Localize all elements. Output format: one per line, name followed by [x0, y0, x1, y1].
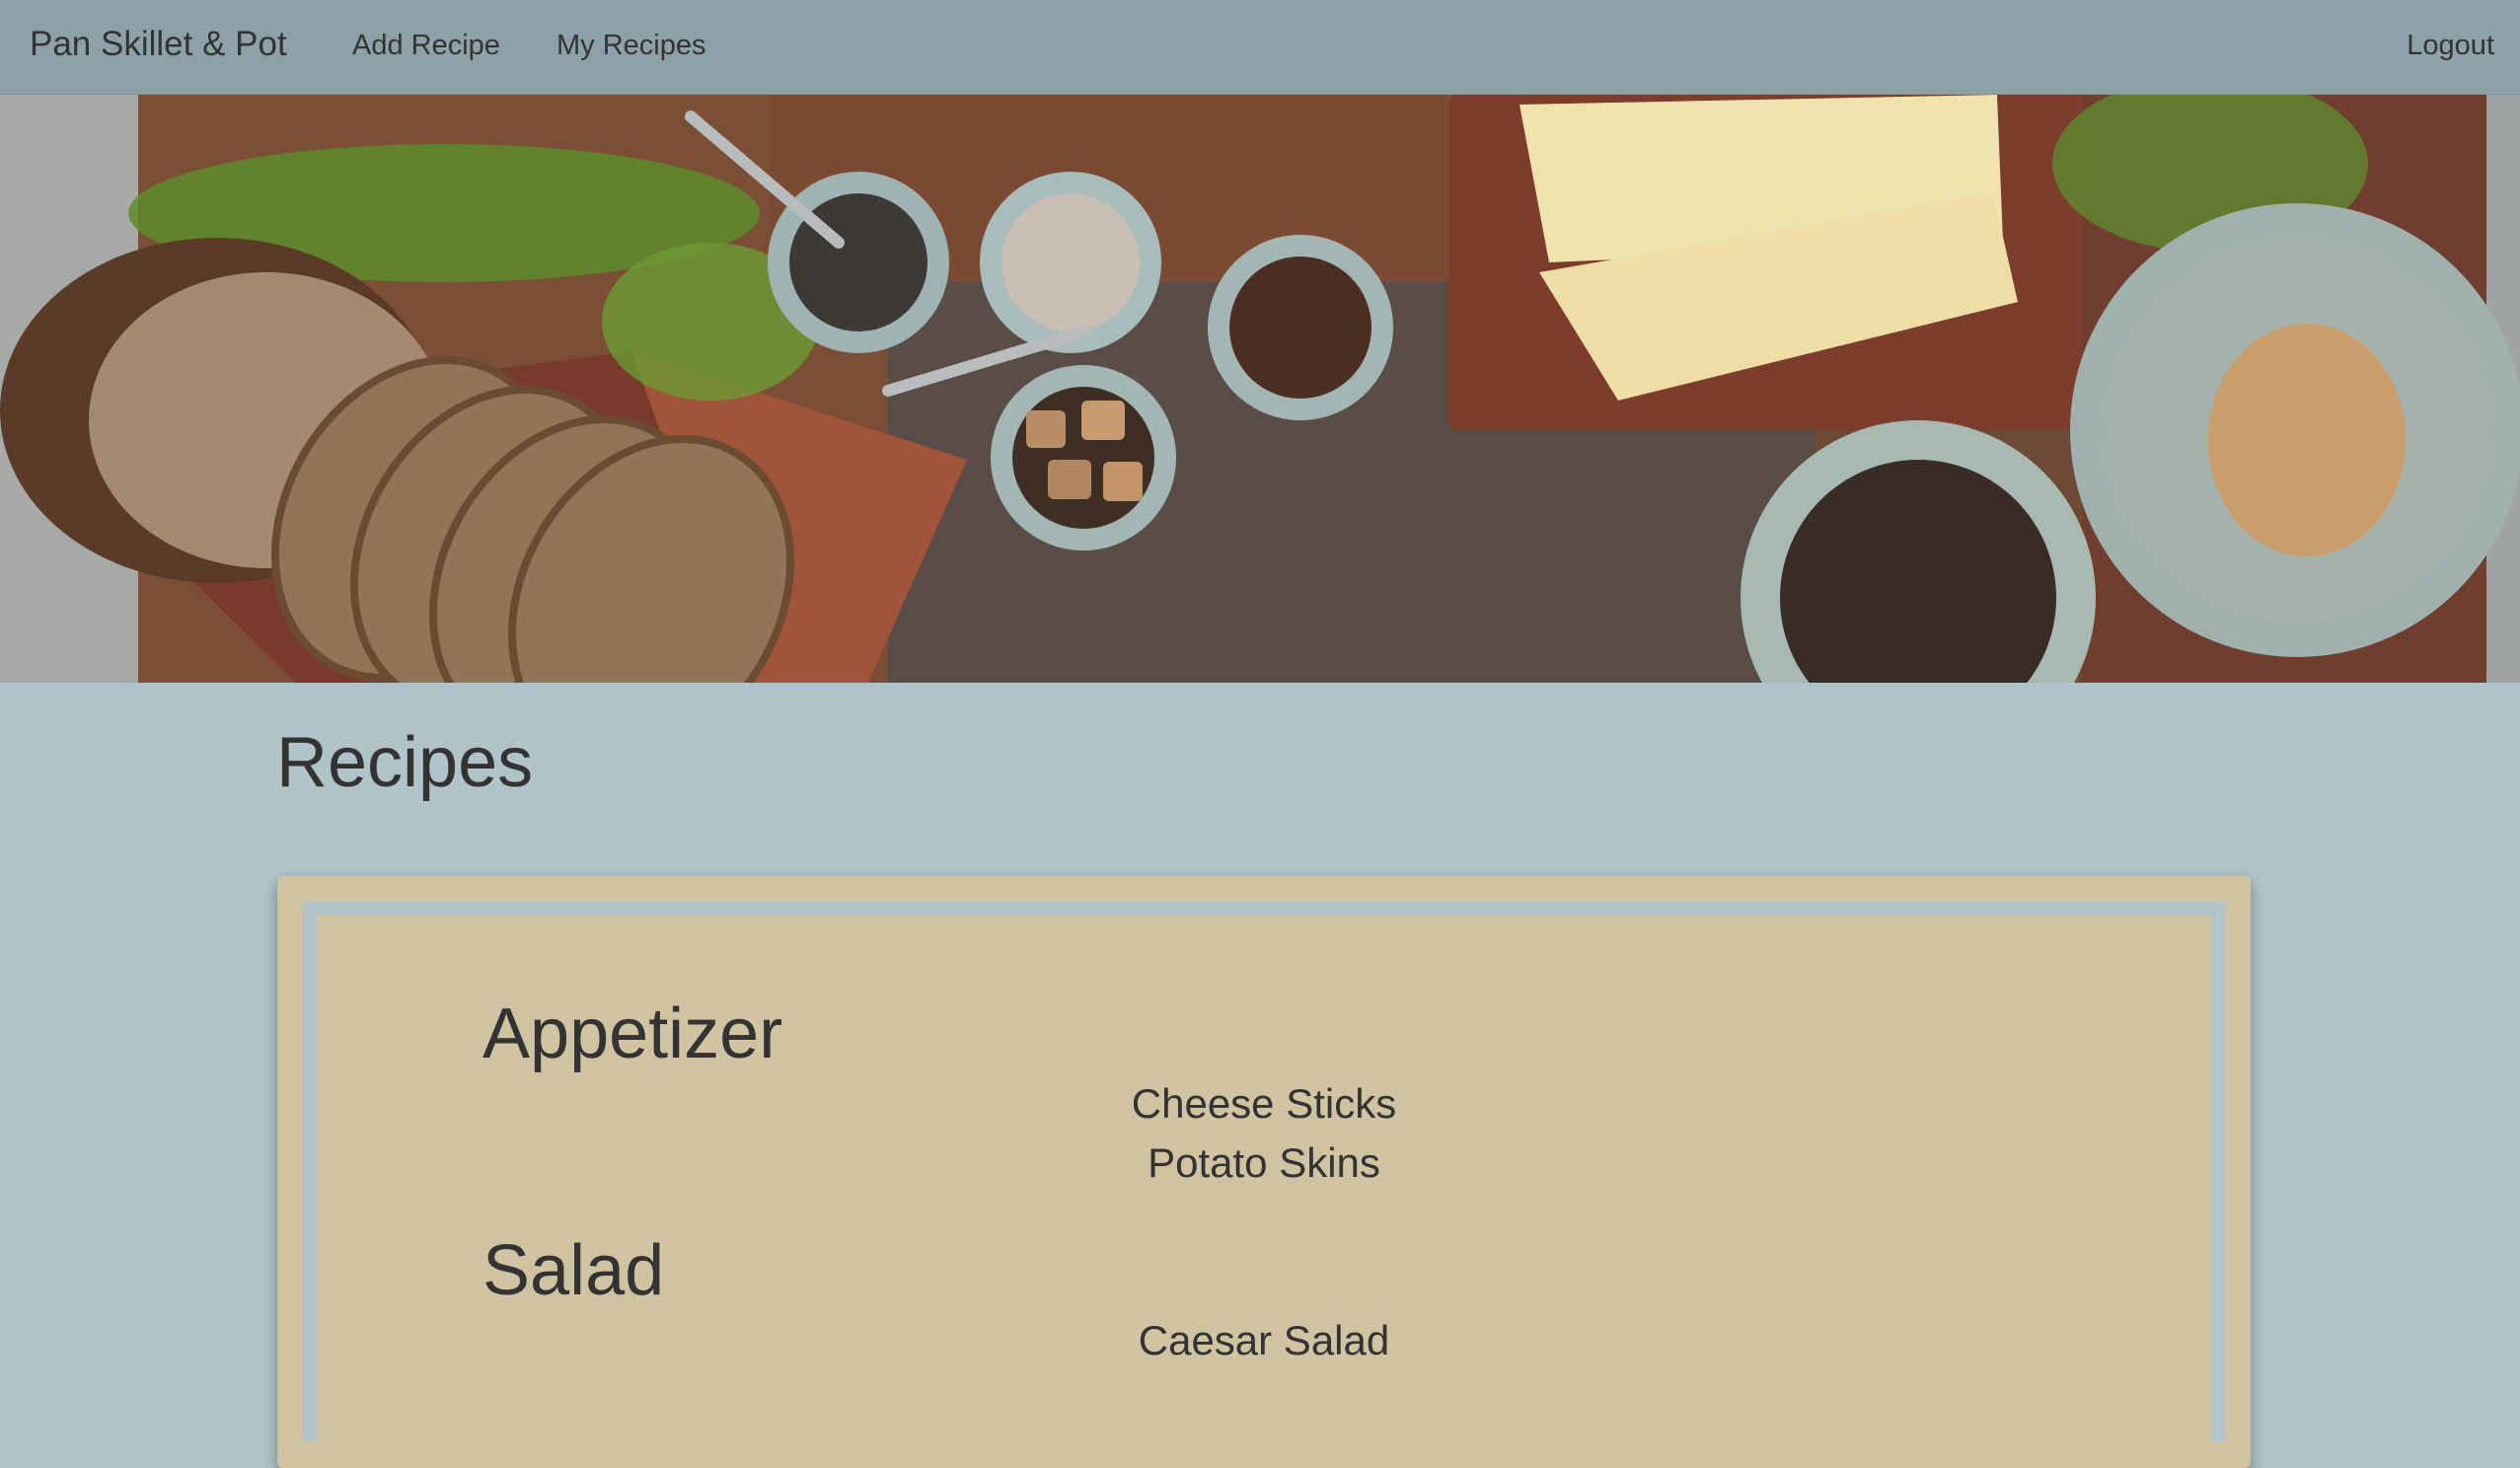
recipe-link-potato-skins[interactable]: Potato Skins	[317, 1135, 2211, 1192]
recipe-link-cheese-sticks[interactable]: Cheese Sticks	[317, 1075, 2211, 1133]
brand-link[interactable]: Pan Skillet & Pot	[30, 22, 287, 67]
page-title: Recipes	[276, 723, 534, 802]
category-heading-appetizer: Appetizer	[482, 994, 783, 1073]
hero-banner-image	[0, 95, 2520, 683]
category-heading-salad: Salad	[482, 1231, 665, 1310]
recipe-list-inner: Appetizer Cheese Sticks Potato Skins Sal…	[303, 902, 2225, 1442]
nav-add-recipe-link[interactable]: Add Recipe	[352, 28, 500, 63]
recipe-link-caesar-salad[interactable]: Caesar Salad	[317, 1312, 2211, 1369]
logout-link[interactable]: Logout	[2407, 28, 2494, 63]
recipe-list-card: Appetizer Cheese Sticks Potato Skins Sal…	[277, 876, 2251, 1468]
nav-my-recipes-link[interactable]: My Recipes	[556, 28, 706, 63]
top-navbar: Pan Skillet & Pot Add Recipe My Recipes …	[0, 0, 2520, 95]
